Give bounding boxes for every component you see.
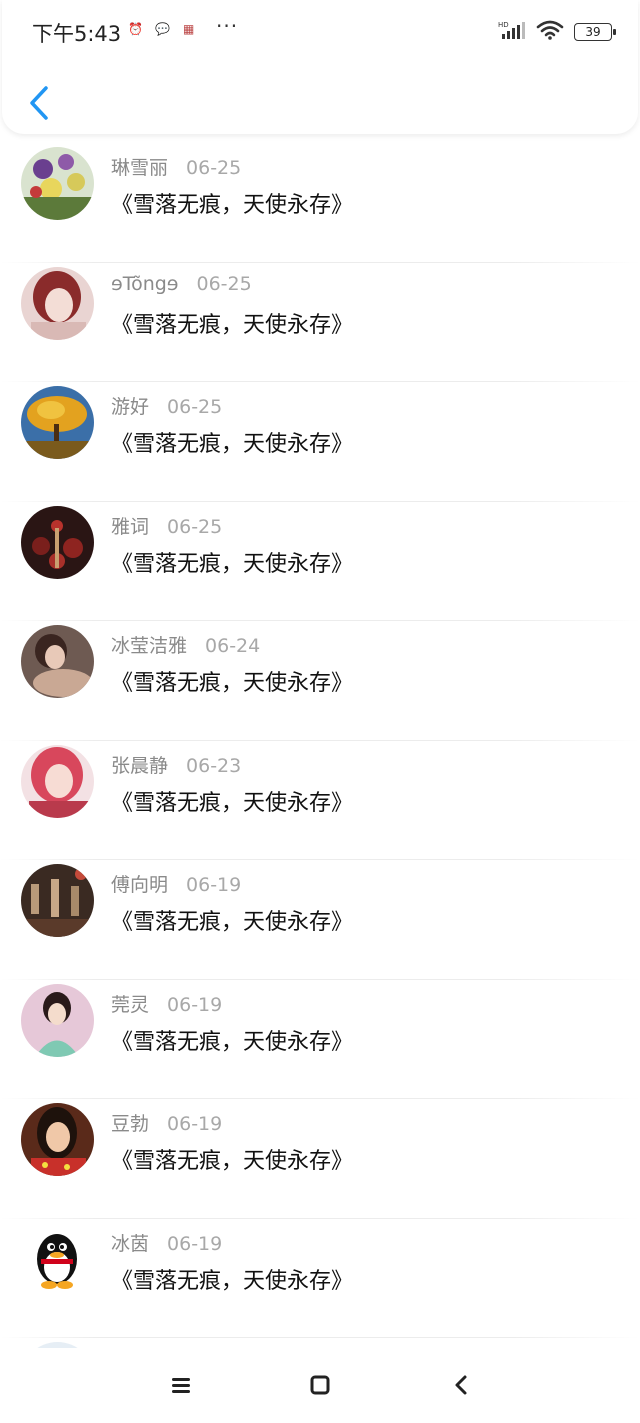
comment-author[interactable]: 张晨静 [111, 755, 168, 777]
chevron-left-icon [30, 86, 48, 120]
back-button[interactable] [24, 84, 54, 124]
avatar[interactable] [21, 625, 94, 698]
comment-row[interactable]: 莞灵 06-19 《雪落无痕，天使永存》 [0, 980, 640, 1099]
comment-meta: 冰莹洁雅 06-24 [111, 631, 260, 658]
comment-text: 《雪落无痕，天使永存》 [111, 1149, 354, 1174]
avatar[interactable] [21, 505, 94, 579]
comment-author[interactable]: 冰茵 [111, 1233, 149, 1255]
comment-text: 《雪落无痕，天使永存》 [111, 790, 354, 816]
comment-author[interactable]: ɘTo͂ngɘ [111, 273, 178, 295]
comment-meta: 张晨静 06-23 [111, 751, 241, 778]
avatar[interactable] [21, 386, 94, 459]
calendar-icon: ▦ [183, 22, 195, 36]
top-header: 下午5:43 ⏰ 💬 ▦ ··· HD 39 [2, 0, 638, 134]
comment-author[interactable]: 莞灵 [111, 994, 149, 1016]
comment-date: 06-19 [186, 874, 242, 896]
comment-meta: 莞灵 06-19 [111, 990, 222, 1017]
comment-row[interactable]: 雅词 06-25 《雪落无痕，天使永存》 [0, 502, 640, 621]
avatar[interactable] [21, 983, 94, 1057]
comment-list: 琳雪丽 06-25 《雪落无痕，天使永存》 ɘTo͂ngɘ 06-25 《雪落无痕，… [0, 143, 640, 1415]
comment-row[interactable]: 冰莹洁雅 06-24 《雪落无痕，天使永存》 [0, 621, 640, 741]
back-arrow-icon[interactable] [441, 1368, 481, 1404]
system-nav-bar [0, 1348, 640, 1423]
avatar[interactable] [21, 147, 94, 220]
comment-author[interactable]: 游好 [111, 396, 149, 418]
comment-text: 《雪落无痕，天使永存》 [111, 910, 354, 935]
comment-meta: 琳雪丽 06-25 [111, 153, 241, 180]
comment-date: 06-25 [196, 272, 252, 295]
comment-date: 06-19 [167, 1232, 223, 1255]
avatar[interactable] [21, 1103, 94, 1176]
comment-text: 《雪落无痕，天使永存》 [111, 432, 354, 457]
comment-row[interactable]: 冰茵 06-19 《雪落无痕，天使永存》 [0, 1219, 640, 1338]
comment-row[interactable]: 豆勃 06-19 《雪落无痕，天使永存》 [0, 1099, 640, 1219]
qq-penguin-avatar[interactable] [21, 1222, 94, 1296]
comment-row[interactable]: ɘTo͂ngɘ 06-25 《雪落无痕，天使永存》 [0, 263, 640, 382]
comment-date: 06-23 [186, 754, 242, 777]
comment-author[interactable]: 雅词 [111, 516, 149, 538]
comment-meta: ɘTo͂ngɘ 06-25 [111, 273, 252, 295]
comment-date: 06-25 [167, 396, 223, 418]
comment-row[interactable]: 张晨静 06-23 《雪落无痕，天使永存》 [0, 741, 640, 860]
comment-text: 《雪落无痕，天使永存》 [111, 1029, 354, 1055]
menu-icon[interactable] [161, 1368, 201, 1404]
battery-indicator: 39 [574, 23, 616, 41]
comment-meta: 豆勃 06-19 [111, 1109, 222, 1136]
network-label: HD [498, 21, 509, 29]
comment-row[interactable]: 游好 06-25 《雪落无痕，天使永存》 [0, 382, 640, 502]
comment-meta: 傅向明 06-19 [111, 870, 241, 897]
comment-meta: 游好 06-25 [111, 392, 222, 419]
status-bar: 下午5:43 ⏰ 💬 ▦ ··· HD 39 [2, 0, 640, 62]
chat-bubble-icon: 💬 [155, 22, 170, 36]
status-time: 下午5:43 [32, 22, 122, 46]
comment-row[interactable]: 傅向明 06-19 《雪落无痕，天使永存》 [0, 860, 640, 980]
signal-icon: HD [498, 20, 526, 44]
comment-author[interactable]: 豆勃 [111, 1113, 149, 1135]
more-notifications-icon: ··· [216, 14, 239, 38]
avatar[interactable] [21, 864, 94, 937]
comment-author[interactable]: 琳雪丽 [111, 157, 168, 179]
wifi-icon [536, 20, 564, 44]
comment-row[interactable]: 琳雪丽 06-25 《雪落无痕，天使永存》 [0, 143, 640, 263]
comment-date: 06-19 [167, 1113, 223, 1135]
comment-date: 06-19 [167, 993, 223, 1016]
home-square-icon[interactable] [300, 1368, 340, 1404]
comment-text: 《雪落无痕，天使永存》 [111, 671, 354, 696]
comment-text: 《雪落无痕，天使永存》 [111, 312, 354, 338]
comment-author[interactable]: 冰莹洁雅 [111, 635, 187, 657]
comment-meta: 雅词 06-25 [111, 512, 222, 539]
comment-text: 《雪落无痕，天使永存》 [111, 551, 354, 577]
comment-date: 06-25 [186, 157, 242, 179]
avatar[interactable] [21, 744, 94, 818]
alarm-icon: ⏰ [128, 22, 143, 36]
comment-author[interactable]: 傅向明 [111, 874, 168, 896]
comment-date: 06-24 [205, 635, 261, 657]
comment-date: 06-25 [167, 515, 223, 538]
comment-text: 《雪落无痕，天使永存》 [111, 1268, 354, 1294]
comment-text: 《雪落无痕，天使永存》 [111, 193, 354, 218]
status-right-group: HD 39 [498, 20, 616, 44]
comment-meta: 冰茵 06-19 [111, 1229, 222, 1256]
avatar[interactable] [21, 266, 94, 340]
